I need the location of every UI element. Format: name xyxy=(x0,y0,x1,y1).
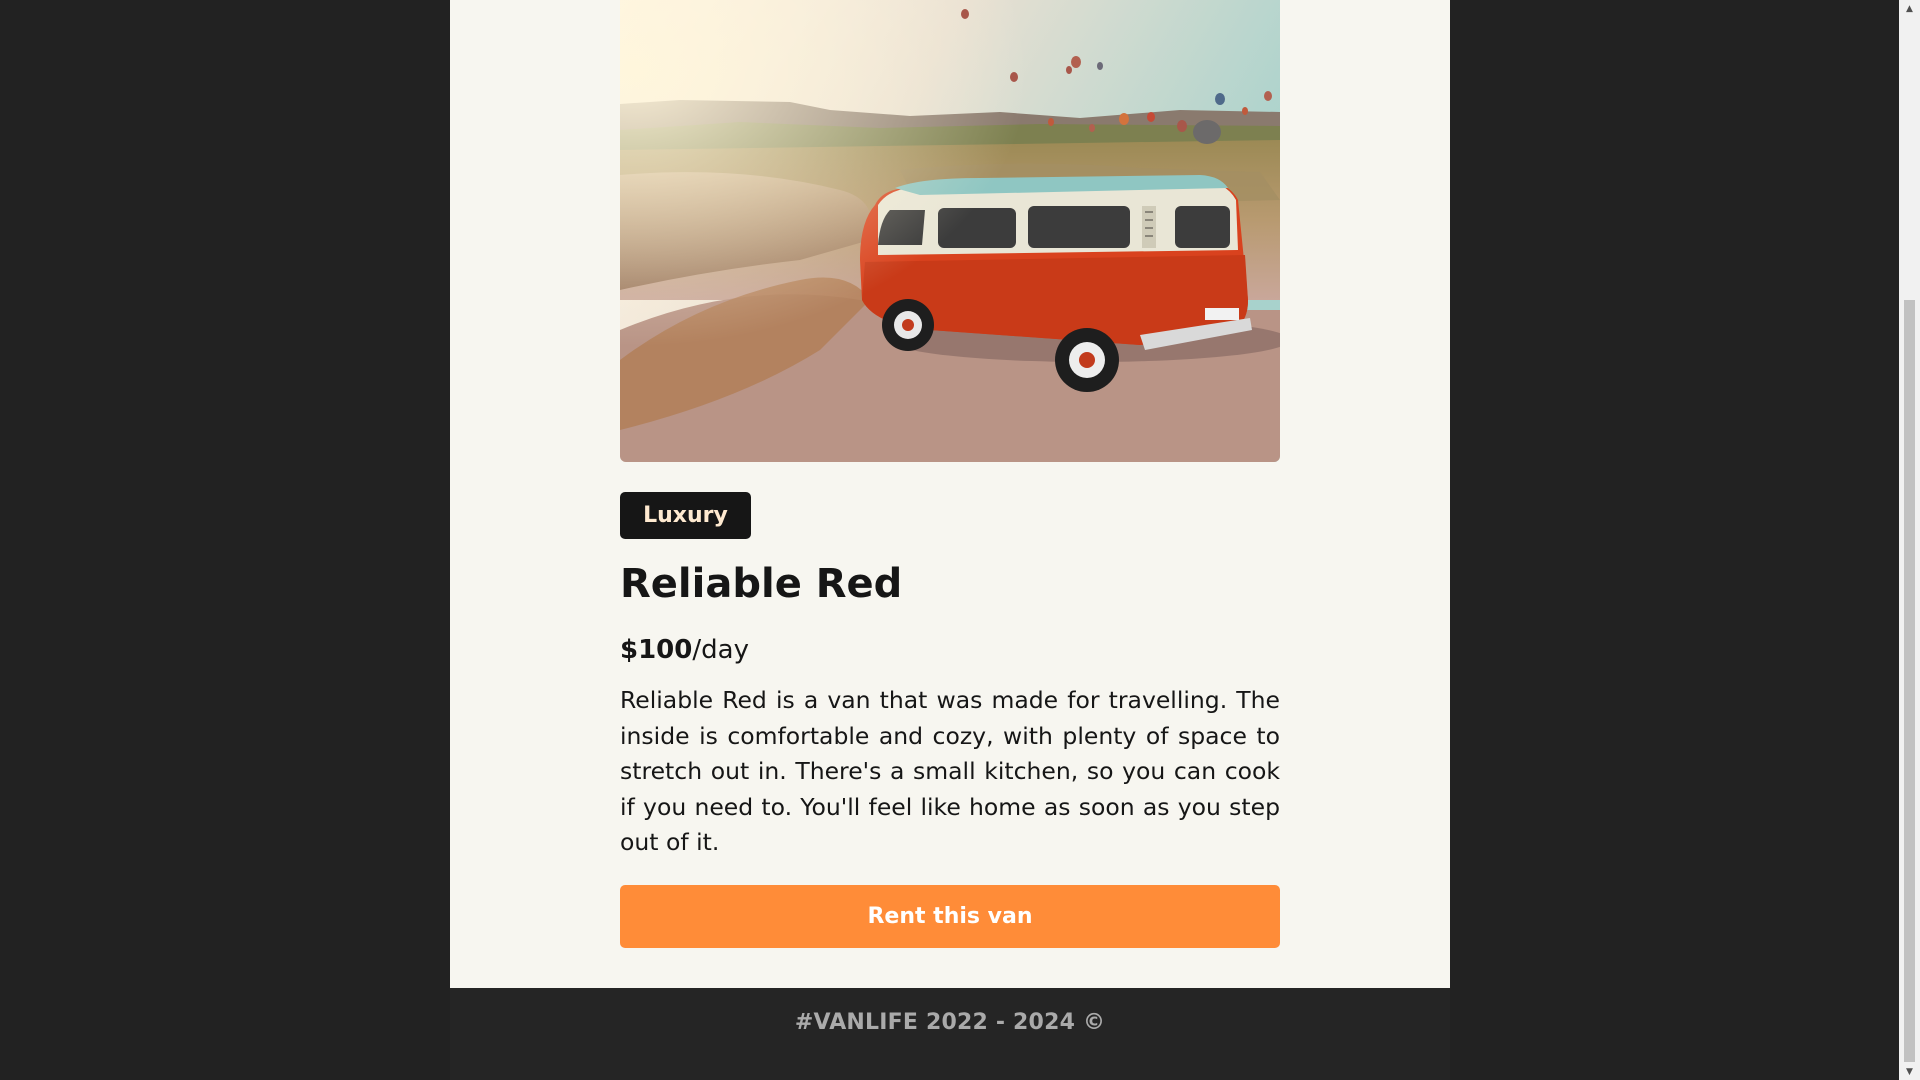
scroll-down-arrow-icon[interactable]: ▼ xyxy=(1899,1063,1920,1080)
price-unit: /day xyxy=(692,635,749,665)
van-detail-page: Luxury Reliable Red $100/day Reliable Re… xyxy=(450,0,1450,988)
rent-van-button[interactable]: Rent this van xyxy=(620,885,1280,948)
scrollbar-thumb[interactable] xyxy=(1904,300,1915,1062)
van-image xyxy=(620,0,1280,462)
van-price: $100/day xyxy=(620,632,749,668)
footer: #VANLIFE 2022 - 2024 © xyxy=(450,988,1450,1080)
price-amount: $100 xyxy=(620,635,693,665)
van-description: Reliable Red is a van that was made for … xyxy=(620,686,1280,856)
footer-copyright: #VANLIFE 2022 - 2024 © xyxy=(794,1009,1106,1035)
vertical-scrollbar[interactable]: ▲ ▼ xyxy=(1899,0,1920,1080)
van-name-heading: Reliable Red xyxy=(620,561,903,607)
scroll-up-arrow-icon[interactable]: ▲ xyxy=(1899,0,1920,17)
van-type-badge: Luxury xyxy=(620,492,751,539)
